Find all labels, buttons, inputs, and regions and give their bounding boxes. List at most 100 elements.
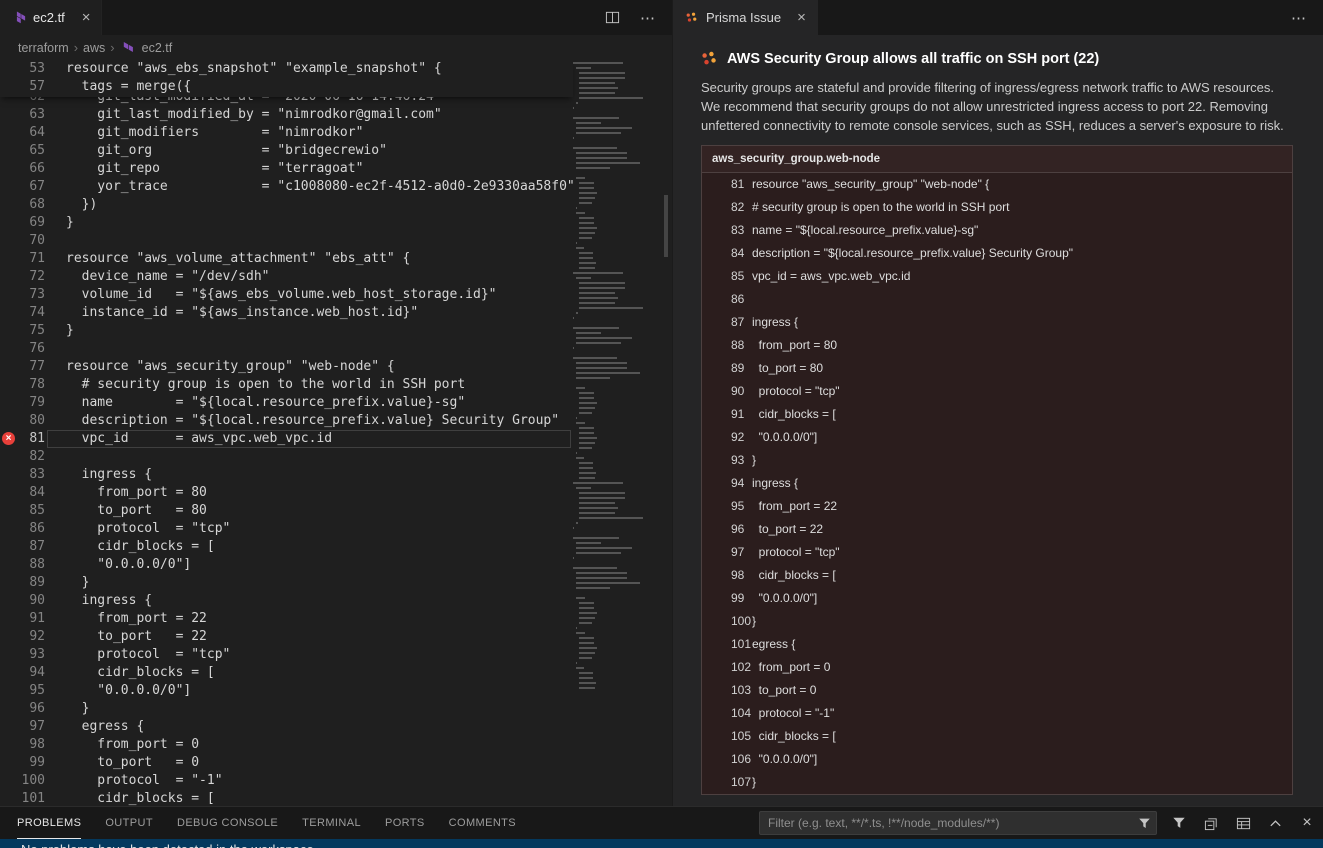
code-line[interactable]: 100 protocol = "-1" — [0, 772, 573, 790]
code-line[interactable]: 77resource "aws_security_group" "web-nod… — [0, 358, 573, 376]
code-line[interactable]: 93 protocol = "tcp" — [0, 646, 573, 664]
issue-tab-close-icon[interactable]: × — [797, 10, 806, 25]
code-line[interactable]: 90 ingress { — [0, 592, 573, 610]
split-editor-icon[interactable] — [602, 8, 622, 28]
code-line[interactable]: 80 description = "${local.resource_prefi… — [0, 412, 573, 430]
code-line[interactable]: 68 }) — [0, 196, 573, 214]
prisma-issue-tab[interactable]: Prisma Issue × — [673, 0, 818, 35]
code-line[interactable]: 63 git_last_modified_by = "nimrodkor@gma… — [0, 106, 573, 124]
code-line[interactable]: 74 instance_id = "${aws_instance.web_hos… — [0, 304, 573, 322]
scrollbar-slider[interactable] — [664, 195, 668, 257]
code-line[interactable]: 101 cidr_blocks = [ — [0, 790, 573, 806]
code-line[interactable]: 98 from_port = 0 — [0, 736, 573, 754]
panel-tab-output[interactable]: OUTPUT — [105, 807, 153, 839]
issue-title-row: AWS Security Group allows all traffic on… — [701, 50, 1293, 67]
minimap[interactable] — [573, 60, 655, 806]
panel-tab-comments[interactable]: COMMENTS — [449, 807, 516, 839]
issue-body: AWS Security Group allows all traffic on… — [673, 35, 1323, 806]
issue-line-number: 86 — [702, 288, 752, 311]
filter-funnel-icon[interactable] — [1136, 815, 1152, 831]
code-line[interactable]: 53resource "aws_ebs_snapshot" "example_s… — [0, 60, 573, 78]
panel-tab-ports[interactable]: PORTS — [385, 807, 425, 839]
glyph-margin — [0, 790, 18, 806]
breadcrumb-item[interactable]: terraform — [18, 41, 69, 55]
issue-code-line: 95 from_port = 22 — [702, 495, 1292, 518]
maximize-panel-icon[interactable] — [1265, 813, 1285, 833]
editor-actions: ⋯ — [602, 0, 672, 35]
code-line[interactable]: 73 volume_id = "${aws_ebs_volume.web_hos… — [0, 286, 573, 304]
code-line[interactable]: 78 # security group is open to the world… — [0, 376, 573, 394]
panel-tab-debug-console[interactable]: DEBUG CONSOLE — [177, 807, 278, 839]
code-line[interactable]: 88 "0.0.0.0/0"] — [0, 556, 573, 574]
code-line[interactable]: 92 to_port = 22 — [0, 628, 573, 646]
line-number: 81 — [18, 430, 45, 448]
code-line[interactable]: 87 cidr_blocks = [ — [0, 538, 573, 556]
code-line[interactable]: 66 git_repo = "terragoat" — [0, 160, 573, 178]
code-line[interactable]: 71resource "aws_volume_attachment" "ebs_… — [0, 250, 573, 268]
filter-input[interactable] — [759, 811, 1157, 835]
code-line[interactable]: 81 vpc_id = aws_vpc.web_vpc.id — [0, 430, 573, 448]
code-line[interactable]: 82 — [0, 448, 573, 466]
collapse-all-icon[interactable] — [1201, 813, 1221, 833]
close-panel-icon[interactable]: × — [1297, 813, 1317, 833]
more-actions-icon[interactable]: ⋯ — [638, 8, 658, 28]
line-number: 97 — [18, 718, 45, 736]
issue-code-block: aws_security_group.web-node 81resource "… — [701, 145, 1293, 795]
panel-tab-terminal[interactable]: TERMINAL — [302, 807, 361, 839]
glyph-margin — [0, 700, 18, 718]
breadcrumb-item[interactable]: aws — [83, 41, 105, 55]
code-line[interactable]: 96 } — [0, 700, 573, 718]
issue-line-number: 89 — [702, 357, 752, 380]
issue-line-number: 106 — [702, 748, 752, 771]
code-line[interactable]: 64 git_modifiers = "nimrodkor" — [0, 124, 573, 142]
code-line[interactable]: 70 — [0, 232, 573, 250]
prisma-logo-icon — [701, 50, 718, 67]
code-line[interactable]: 99 to_port = 0 — [0, 754, 573, 772]
code-line[interactable]: 76 — [0, 340, 573, 358]
issue-line-text: description = "${local.resource_prefix.v… — [752, 242, 1073, 265]
code-line[interactable]: 79 name = "${local.resource_prefix.value… — [0, 394, 573, 412]
code-line[interactable]: 67 yor_trace = "c1008080-ec2f-4512-a0d0-… — [0, 178, 573, 196]
problems-status-text: No problems have been detected in the wo… — [21, 842, 314, 848]
code-line[interactable]: 91 from_port = 22 — [0, 610, 573, 628]
code-line[interactable]: 57 tags = merge({ — [0, 78, 573, 96]
code-line[interactable]: 86 protocol = "tcp" — [0, 520, 573, 538]
code-line[interactable]: 65 git_org = "bridgecrewio" — [0, 142, 573, 160]
code-line[interactable]: 94 cidr_blocks = [ — [0, 664, 573, 682]
issue-line-text: to_port = 22 — [752, 518, 823, 541]
code-line[interactable]: 72 device_name = "/dev/sdh" — [0, 268, 573, 286]
tab-close-icon[interactable]: × — [82, 10, 91, 25]
code-line[interactable]: 85 to_port = 80 — [0, 502, 573, 520]
issue-tab-label: Prisma Issue — [706, 10, 781, 25]
code-line[interactable]: 69} — [0, 214, 573, 232]
prisma-issue-panel: Prisma Issue × ⋯ — [672, 0, 1323, 806]
code-line[interactable]: 75} — [0, 322, 573, 340]
problems-status-row: No problems have been detected in the wo… — [0, 839, 1323, 848]
line-number: 89 — [18, 574, 45, 592]
line-text: instance_id = "${aws_instance.web_host.i… — [66, 304, 418, 322]
issue-code-line: 93} — [702, 449, 1292, 472]
code-editor[interactable]: 62 git_last_modified_at = "2020-06-16 14… — [0, 60, 672, 806]
code-line[interactable]: 84 from_port = 80 — [0, 484, 573, 502]
line-number: 73 — [18, 286, 45, 304]
code-line[interactable]: 95 "0.0.0.0/0"] — [0, 682, 573, 700]
code-line[interactable]: 89 } — [0, 574, 573, 592]
issue-code-line: 100} — [702, 610, 1292, 633]
line-text: ingress { — [66, 466, 152, 484]
glyph-margin — [0, 376, 18, 394]
issue-line-text: "0.0.0.0/0"] — [752, 748, 817, 771]
code-line[interactable]: 83 ingress { — [0, 466, 573, 484]
breadcrumb-item[interactable]: ec2.tf — [142, 41, 173, 55]
code-line[interactable]: 97 egress { — [0, 718, 573, 736]
breadcrumb[interactable]: terraform›aws› ec2.tf — [0, 35, 672, 60]
panel-more-actions-icon[interactable]: ⋯ — [1289, 8, 1309, 28]
glyph-margin — [0, 60, 18, 78]
line-number: 67 — [18, 178, 45, 196]
view-as-table-icon[interactable] — [1233, 813, 1253, 833]
filter-toggle-icon[interactable] — [1169, 813, 1189, 833]
editor-tab-ec2[interactable]: ec2.tf × — [0, 0, 102, 35]
line-text: } — [66, 700, 89, 718]
issue-line-text: vpc_id = aws_vpc.web_vpc.id — [752, 265, 910, 288]
panel-tab-problems[interactable]: PROBLEMS — [17, 807, 81, 839]
issue-line-number: 102 — [702, 656, 752, 679]
